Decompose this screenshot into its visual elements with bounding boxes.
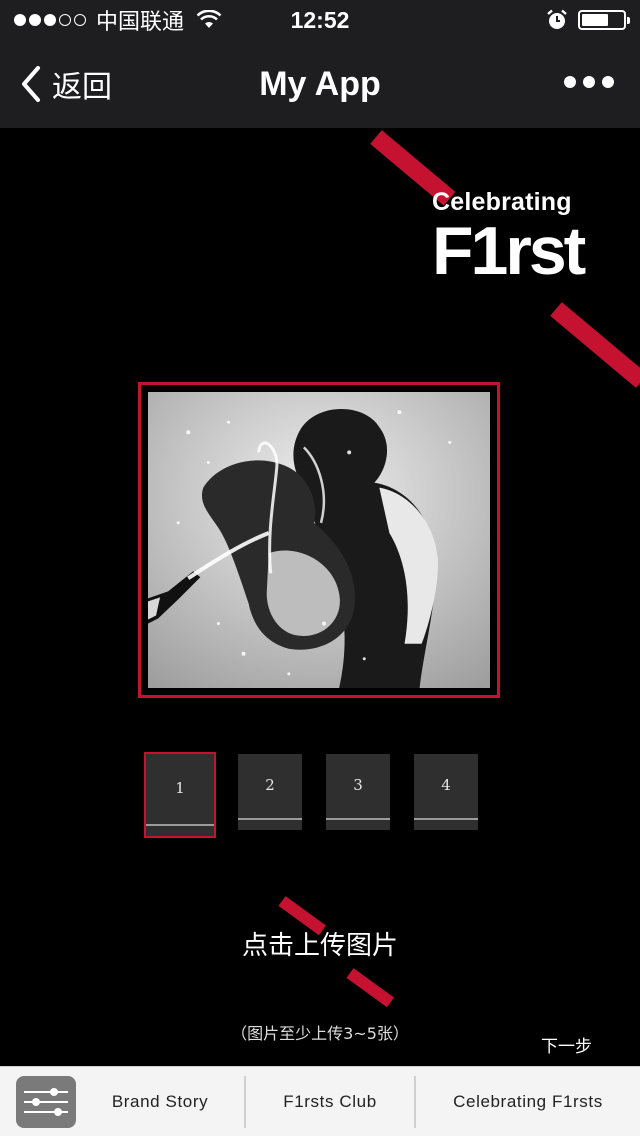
decorative-stripe xyxy=(550,302,640,388)
bottom-tab-bar: Brand Story F1rsts Club Celebrating F1rs… xyxy=(0,1066,640,1136)
tab-celebrating-firsts[interactable]: Celebrating F1rsts xyxy=(416,1076,640,1128)
photo-thumbnail-2[interactable]: 2 xyxy=(238,754,302,830)
alarm-icon xyxy=(547,9,567,29)
decorative-stripe xyxy=(346,968,394,1008)
navigation-bar: 返回 My App xyxy=(0,40,640,128)
thumbnail-number: 4 xyxy=(441,776,451,794)
tab-firsts-club[interactable]: F1rsts Club xyxy=(246,1076,414,1128)
brand-line-2: F1rst xyxy=(432,213,586,289)
selected-photo-frame[interactable] xyxy=(138,382,500,698)
selected-photo xyxy=(148,392,490,688)
upload-photo-button[interactable]: 点击上传图片 xyxy=(200,895,440,1008)
battery-icon xyxy=(578,10,630,30)
thumbnail-number: 1 xyxy=(175,779,185,797)
upload-photo-label: 点击上传图片 xyxy=(241,931,398,961)
next-step-button[interactable]: 下一步 xyxy=(541,1032,592,1057)
tab-brand-story[interactable]: Brand Story xyxy=(76,1076,244,1128)
thumbnail-number: 2 xyxy=(265,776,275,794)
photo-thumbnail-1[interactable]: 1 xyxy=(144,752,216,838)
wifi-icon xyxy=(196,10,222,28)
brand-logo: Celebrating F1rst xyxy=(432,188,586,289)
status-bar: 中国联通 12:52 xyxy=(0,0,640,40)
photo-thumbnail-strip: 1 2 3 4 xyxy=(144,752,484,838)
signal-strength-icon xyxy=(14,14,86,26)
carrier-name: 中国联通 xyxy=(96,10,185,35)
chevron-left-icon xyxy=(22,66,40,102)
photo-thumbnail-4[interactable]: 4 xyxy=(414,754,478,830)
thumbnail-number: 3 xyxy=(353,776,363,794)
menu-sliders-icon[interactable] xyxy=(16,1075,76,1128)
photo-thumbnail-3[interactable]: 3 xyxy=(326,754,390,830)
back-button[interactable]: 返回 xyxy=(0,40,112,128)
back-label: 返回 xyxy=(52,70,112,105)
more-options-icon[interactable] xyxy=(564,76,614,88)
